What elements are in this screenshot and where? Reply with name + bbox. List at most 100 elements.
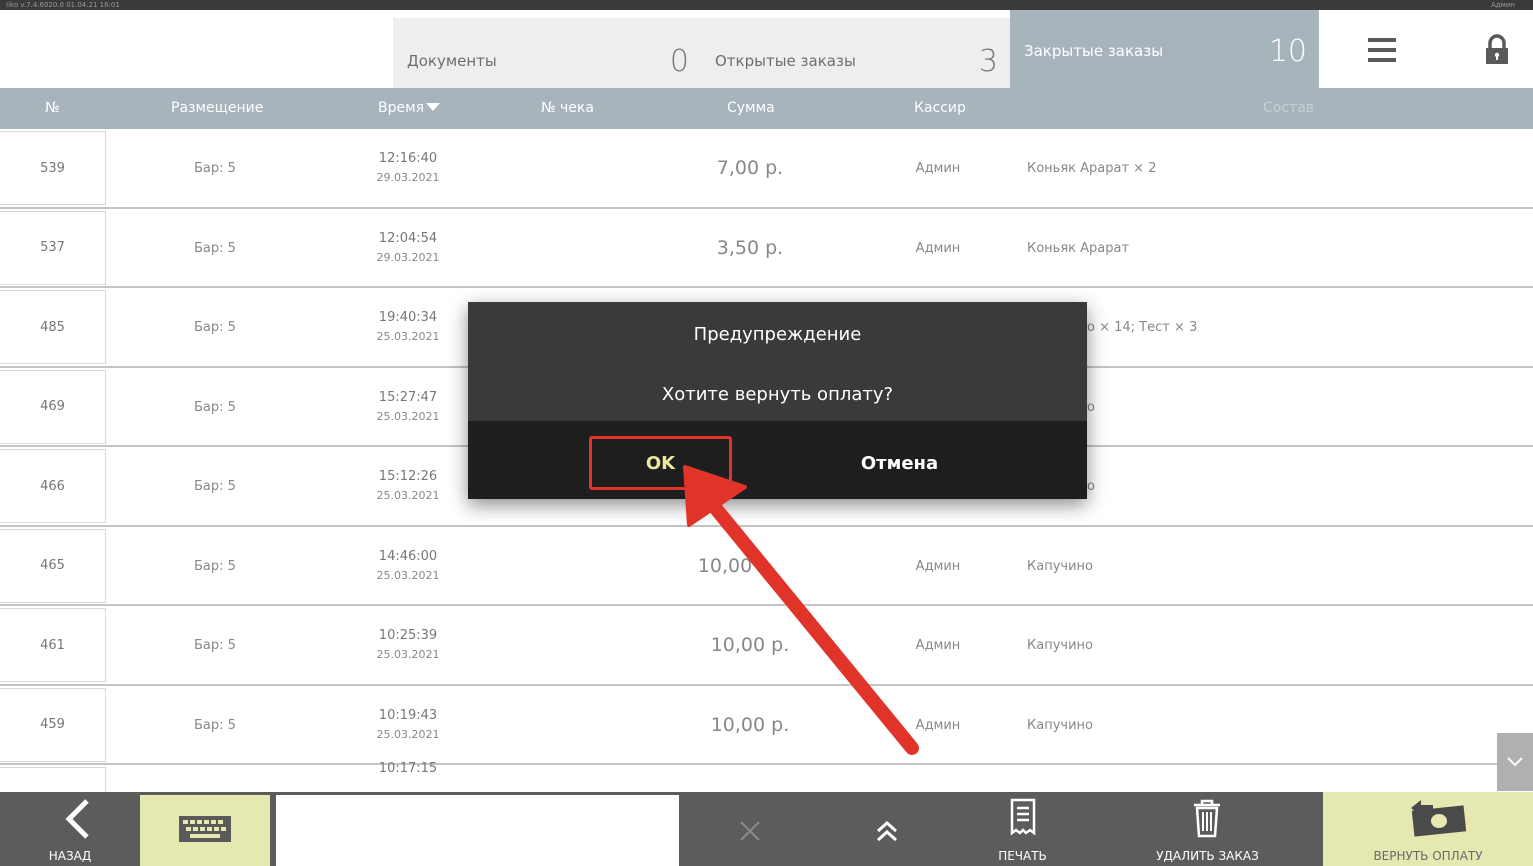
- row-items: Коньяк Арарат × 2: [1027, 161, 1157, 176]
- row-cashier: Админ: [915, 161, 961, 176]
- row-cashier: Админ: [915, 638, 961, 653]
- row-placement: Бар: 5: [194, 161, 236, 176]
- back-button[interactable]: НАЗАД: [0, 792, 140, 866]
- clear-button[interactable]: [700, 792, 800, 866]
- row-items: Капучино: [1027, 558, 1093, 574]
- row-time: 10:25:39: [378, 628, 438, 643]
- row-items: о × 14; Тест × 3: [1087, 320, 1198, 335]
- dialog-message: Хотите вернуть оплату?: [661, 384, 894, 405]
- row-placement: Бар: 5: [194, 320, 236, 335]
- row-cashier: Админ: [915, 240, 961, 256]
- trash-icon: [1194, 799, 1220, 838]
- row-cashier: Админ: [915, 558, 961, 574]
- version-info: Iiko v.7.4.6020.0 01.04.21 16:01: [6, 1, 120, 9]
- delete-order-button[interactable]: УДАЛИТЬ ЗАКАЗ: [1140, 792, 1275, 866]
- search-input[interactable]: [276, 795, 679, 866]
- row-time: 10:17:15: [378, 761, 438, 776]
- row-sum: 10,00: [697, 554, 753, 577]
- dialog-button-bar: OK Отмена: [468, 421, 1087, 499]
- row-date: 25.03.2021: [376, 568, 440, 582]
- table-row[interactable]: 465 Бар: 5 14:46:00 25.03.2021 10,00 Адм…: [0, 526, 1533, 606]
- warning-dialog: Предупреждение Хотите вернуть оплату? OK…: [468, 302, 1087, 499]
- tab-open-orders[interactable]: Открытые заказы 3: [701, 18, 1010, 88]
- row-placement: Бар: 5: [194, 558, 236, 574]
- hamburger-menu-icon: [1368, 38, 1396, 62]
- row-placement: Бар: 5: [194, 479, 236, 494]
- row-number[interactable]: 466: [0, 449, 106, 523]
- row-date: 25.03.2021: [376, 489, 440, 502]
- lock-button[interactable]: [1477, 28, 1517, 72]
- scroll-top-button[interactable]: [840, 792, 935, 866]
- header: Документы 0 Открытые заказы 3 Закрытые з…: [0, 10, 1533, 88]
- ok-button[interactable]: OK: [589, 436, 732, 490]
- table-row[interactable]: 461 Бар: 5 10:25:39 25.03.2021 10,00 р. …: [0, 606, 1533, 686]
- row-number[interactable]: 461: [0, 608, 106, 682]
- column-header-row: № Размещение Время № чека Сумма Кассир С…: [0, 88, 1533, 129]
- table-row[interactable]: 459 Бар: 5 10:19:43 25.03.2021 10,00 р. …: [0, 685, 1533, 765]
- row-time: 19:40:34: [378, 310, 438, 325]
- refund-payment-button[interactable]: ВЕРНУТЬ ОПЛАТУ: [1323, 792, 1533, 866]
- tab-closed-orders-label: Закрытые заказы: [1024, 42, 1164, 60]
- row-time: 12:04:54: [378, 230, 438, 246]
- keyboard-button[interactable]: [140, 795, 270, 866]
- row-number[interactable]: [0, 767, 106, 792]
- status-bar: Iiko v.7.4.6020.0 01.04.21 16:01 Админ: [0, 0, 1533, 10]
- tab-documents[interactable]: Документы 0: [393, 18, 701, 88]
- dialog-title: Предупреждение: [693, 324, 862, 345]
- table-row[interactable]: 539 Бар: 5 12:16:40 29.03.2021 7,00 р. А…: [0, 129, 1533, 209]
- print-button[interactable]: ПЕЧАТЬ: [970, 792, 1075, 866]
- column-cashier[interactable]: Кассир: [914, 100, 966, 116]
- cancel-button[interactable]: Отмена: [818, 436, 981, 490]
- row-placement: Бар: 5: [194, 240, 236, 256]
- row-date: 25.03.2021: [376, 727, 440, 741]
- row-time: 12:16:40: [378, 151, 438, 166]
- tab-closed-orders[interactable]: Закрытые заказы 10: [1010, 10, 1319, 88]
- column-time[interactable]: Время: [378, 100, 441, 116]
- tab-closed-orders-count: 10: [1268, 34, 1307, 69]
- column-placement[interactable]: Размещение: [171, 100, 263, 116]
- table-row[interactable]: 10:17:15: [0, 761, 1533, 792]
- column-sum[interactable]: Сумма: [727, 100, 775, 116]
- sort-desc-icon: [426, 103, 441, 111]
- row-number[interactable]: 485: [0, 290, 106, 364]
- row-time: 10:19:43: [378, 707, 438, 723]
- row-cashier: Админ: [915, 717, 961, 733]
- bottom-toolbar: НАЗАД ПЕЧАТЬ УДАЛИТЬ ЗАКАЗ ВЕРНУТЬ ОПЛАТ…: [0, 792, 1533, 866]
- row-number[interactable]: 465: [0, 528, 106, 603]
- row-number[interactable]: 537: [0, 210, 106, 285]
- row-items: Капучино: [1027, 638, 1093, 653]
- row-items: Капучино: [1027, 717, 1093, 733]
- scroll-down-button[interactable]: [1497, 733, 1533, 791]
- column-items[interactable]: Состав: [1263, 100, 1314, 116]
- row-date: 29.03.2021: [376, 171, 440, 184]
- row-sum: 3,50 р.: [716, 236, 784, 259]
- tab-documents-count: 0: [669, 44, 689, 79]
- print-label: ПЕЧАТЬ: [998, 849, 1047, 863]
- column-number[interactable]: №: [45, 100, 60, 116]
- column-check-number[interactable]: № чека: [541, 100, 594, 116]
- user-name: Админ: [1490, 1, 1515, 9]
- row-number[interactable]: 469: [0, 369, 106, 444]
- row-time: 14:46:00: [378, 548, 438, 564]
- tab-open-orders-label: Открытые заказы: [715, 52, 856, 70]
- tab-open-orders-count: 3: [978, 44, 998, 79]
- row-date: 25.03.2021: [376, 409, 440, 423]
- lock-icon: [1486, 34, 1508, 64]
- row-date: 25.03.2021: [376, 330, 440, 343]
- row-sum: 10,00 р.: [710, 713, 790, 736]
- chevron-down-icon: [1507, 757, 1523, 767]
- double-chevron-up-icon: [877, 820, 897, 842]
- column-time-label: Время: [378, 100, 425, 116]
- row-time: 15:12:26: [378, 469, 438, 484]
- row-items: Коньяк Арарат: [1027, 240, 1130, 256]
- table-row[interactable]: 537 Бар: 5 12:04:54 29.03.2021 3,50 р. А…: [0, 208, 1533, 288]
- money-refund-icon: [1411, 800, 1467, 837]
- row-number[interactable]: 459: [0, 687, 106, 762]
- tab-documents-label: Документы: [407, 52, 497, 70]
- row-date: 29.03.2021: [376, 250, 440, 264]
- row-placement: Бар: 5: [194, 399, 236, 415]
- menu-button[interactable]: [1362, 28, 1402, 72]
- receipt-icon: [1010, 798, 1036, 836]
- row-number[interactable]: 539: [0, 131, 106, 205]
- row-sum: 10,00 р.: [710, 634, 790, 656]
